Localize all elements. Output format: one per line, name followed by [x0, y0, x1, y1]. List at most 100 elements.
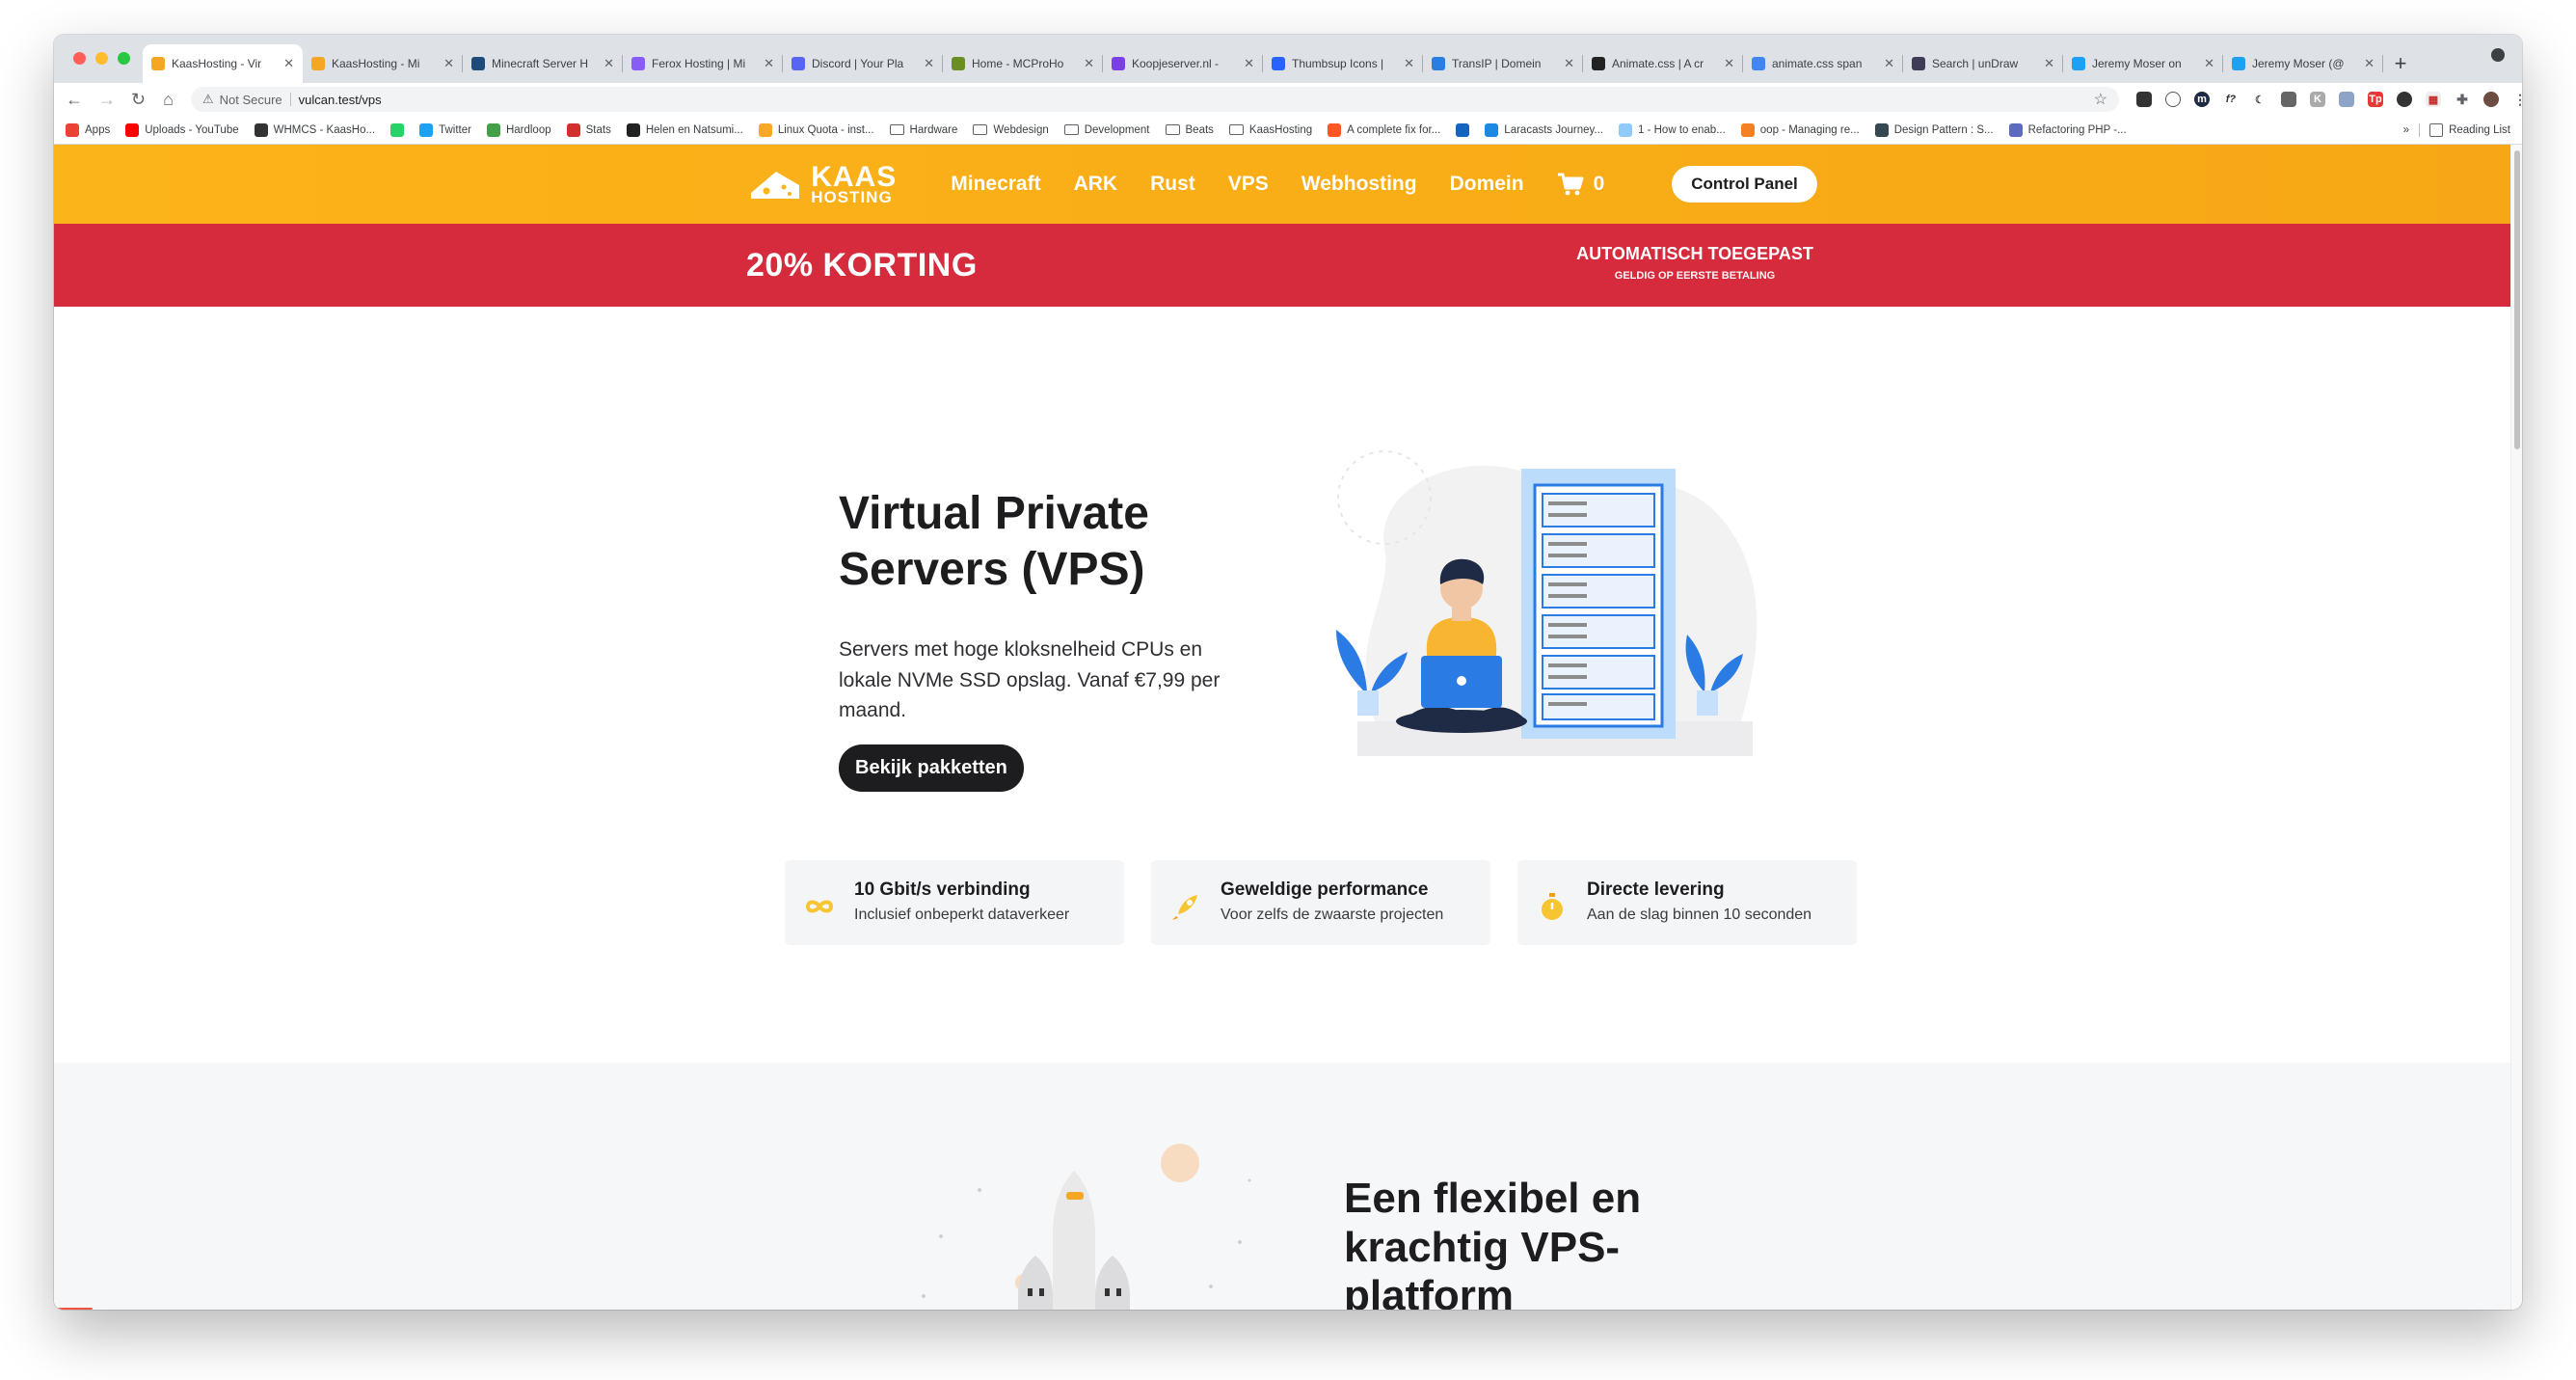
tab-close-icon[interactable]: ✕ [2204, 56, 2214, 71]
tab-close-icon[interactable]: ✕ [1564, 56, 1574, 71]
browser-tab[interactable]: Discord | Your Pla ✕ [783, 44, 943, 83]
bookmark-folder[interactable]: Hardware [889, 124, 957, 136]
browser-tab[interactable]: Home - MCProHo ✕ [943, 44, 1103, 83]
browser-tab[interactable]: Jeremy Moser (@ ✕ [2223, 44, 2383, 83]
browser-tab[interactable]: TransIP | Domein ✕ [1423, 44, 1583, 83]
bookmark-label: 1 - How to enab... [1638, 123, 1726, 136]
tabs: KaasHosting - Vir ✕ KaasHosting - Mi ✕ Minec… [143, 44, 2418, 83]
extension-icon[interactable] [2396, 92, 2412, 107]
view-packages-button[interactable]: Bekijk pakketten [839, 744, 1024, 792]
browser-tab[interactable]: Koopjeserver.nl - ✕ [1103, 44, 1263, 83]
bookmark-folder[interactable]: KaasHosting [1228, 124, 1312, 136]
puzzle-icon[interactable]: ✚ [2454, 92, 2470, 107]
extension-icon[interactable]: Tp [2367, 92, 2383, 107]
bookmark-star-icon[interactable]: ☆ [2094, 90, 2107, 109]
scrollbar-thumb[interactable] [2514, 150, 2520, 449]
browser-tab[interactable]: Minecraft Server H ✕ [463, 44, 623, 83]
forward-icon[interactable]: → [98, 91, 116, 108]
extension-icon[interactable]: K [2309, 92, 2325, 107]
tab-close-icon[interactable]: ✕ [1404, 56, 1414, 71]
browser-tab[interactable]: animate.css span ✕ [1743, 44, 1903, 83]
tab-close-icon[interactable]: ✕ [924, 56, 934, 71]
browser-tab[interactable]: KaasHosting - Vir ✕ [143, 44, 303, 83]
nav-link-minecraft[interactable]: Minecraft [951, 173, 1040, 196]
tab-close-icon[interactable]: ✕ [1724, 56, 1734, 71]
avatar[interactable] [2482, 92, 2499, 107]
bookmark-favicon-icon [758, 122, 772, 137]
nav-link-domein[interactable]: Domein [1450, 173, 1524, 196]
bookmark-item[interactable]: Design Pattern : S... [1874, 122, 1994, 137]
folder-icon [1228, 124, 1244, 135]
bookmark-item[interactable]: Refactoring PHP -... [2008, 122, 2127, 137]
minimize-window-button[interactable] [95, 52, 108, 65]
debugbar-icon[interactable] [54, 1308, 93, 1310]
extension-icon[interactable] [2338, 92, 2354, 107]
bookmark-item[interactable]: Twitter [419, 122, 471, 137]
tab-close-icon[interactable]: ✕ [1084, 56, 1094, 71]
maximize-window-button[interactable] [118, 52, 130, 65]
tab-close-icon[interactable]: ✕ [2044, 56, 2054, 71]
calendar-icon[interactable]: ▦ [2425, 92, 2441, 107]
tab-close-icon[interactable]: ✕ [2364, 56, 2375, 71]
security-indicator[interactable]: ⚠ Not Secure [202, 92, 282, 107]
promo-discount: 20% KORTING [746, 247, 978, 284]
tab-search-icon[interactable] [2491, 48, 2505, 62]
bookmark-item[interactable]: A complete fix for... [1328, 122, 1440, 137]
new-tab-button[interactable]: + [2383, 44, 2418, 83]
reload-icon[interactable]: ↻ [131, 91, 146, 108]
browser-tab[interactable]: Jeremy Moser on ✕ [2063, 44, 2223, 83]
tab-close-icon[interactable]: ✕ [604, 56, 614, 71]
browser-tab[interactable]: KaasHosting - Mi ✕ [303, 44, 463, 83]
extension-icon[interactable]: f? [2222, 92, 2239, 107]
bookmark-item[interactable]: Laracasts Journey... [1485, 122, 1603, 137]
control-panel-button[interactable]: Control Panel [1672, 166, 1817, 203]
bookmark-item[interactable]: WHMCS - KaasHo... [254, 122, 376, 137]
bookmark-folder[interactable]: Development [1063, 124, 1150, 136]
browser-tab[interactable]: Thumbsup Icons | ✕ [1263, 44, 1423, 83]
extension-icon[interactable] [2280, 92, 2296, 107]
extension-icon[interactable]: m [2193, 92, 2210, 107]
bookmark-item[interactable] [1456, 122, 1470, 137]
bookmark-item[interactable]: Linux Quota - inst... [758, 122, 874, 137]
close-window-button[interactable] [73, 52, 86, 65]
menu-icon[interactable]: ⋮ [2511, 92, 2522, 107]
tab-favicon-icon [311, 57, 325, 70]
bookmark-folder[interactable]: Webdesign [973, 124, 1049, 136]
nav-link-vps[interactable]: VPS [1228, 173, 1269, 196]
back-icon[interactable]: ← [66, 91, 83, 108]
page-scrollbar[interactable] [2510, 145, 2522, 1310]
tab-close-icon[interactable]: ✕ [1884, 56, 1894, 71]
browser-tab[interactable]: Animate.css | A cr ✕ [1583, 44, 1743, 83]
bookmark-folder[interactable]: Beats [1165, 124, 1214, 136]
browser-tab[interactable]: Ferox Hosting | Mi ✕ [623, 44, 783, 83]
nav-link-rust[interactable]: Rust [1150, 173, 1195, 196]
reading-list[interactable]: Reading List [2429, 122, 2510, 137]
address-bar[interactable]: ⚠ Not Secure vulcan.test/vps ☆ [190, 87, 2119, 112]
bookmark-item[interactable]: Stats [566, 122, 611, 137]
nav-link-ark[interactable]: ARK [1074, 173, 1118, 196]
home-icon[interactable]: ⌂ [163, 91, 174, 108]
bookmark-favicon-icon [2008, 122, 2023, 137]
extension-icon[interactable]: ☾ [2251, 92, 2267, 107]
bookmark-item[interactable] [390, 122, 405, 137]
bookmark-item[interactable]: Uploads - YouTube [125, 122, 239, 137]
bookmark-item[interactable]: 1 - How to enab... [1619, 122, 1726, 137]
tab-close-icon[interactable]: ✕ [764, 56, 774, 71]
bookmark-label: WHMCS - KaasHo... [273, 123, 376, 136]
browser-tab[interactable]: Search | unDraw ✕ [1903, 44, 2063, 83]
nav-link-webhosting[interactable]: Webhosting [1301, 173, 1417, 196]
site-logo[interactable]: KAAS HOSTING [747, 162, 897, 205]
tab-close-icon[interactable]: ✕ [1244, 56, 1254, 71]
bookmark-item[interactable]: Hardloop [486, 122, 551, 137]
bookmark-favicon-icon [566, 122, 580, 137]
extension-icon[interactable] [2135, 92, 2152, 107]
extension-icon[interactable] [2164, 92, 2181, 107]
bookmark-item[interactable]: Helen en Natsumi... [626, 122, 743, 137]
hero-section: Virtual Private Servers (VPS) Servers me… [54, 307, 2510, 1040]
bookmark-item[interactable]: Apps [66, 122, 110, 137]
more-bookmarks[interactable]: » [2403, 124, 2409, 136]
tab-close-icon[interactable]: ✕ [283, 56, 294, 71]
bookmark-item[interactable]: oop - Managing re... [1740, 122, 1860, 137]
cart-button[interactable]: 0 [1557, 173, 1604, 196]
tab-close-icon[interactable]: ✕ [443, 56, 454, 71]
